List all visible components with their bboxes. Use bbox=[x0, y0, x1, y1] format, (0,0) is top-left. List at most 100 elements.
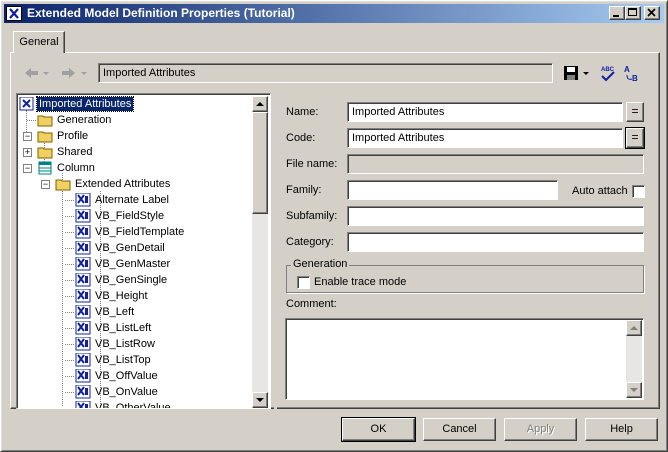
back-button[interactable] bbox=[21, 63, 49, 83]
dialog-window: Extended Model Definition Properties (Tu… bbox=[0, 0, 668, 452]
tree-connector-line bbox=[65, 280, 74, 281]
tree-item[interactable]: VB_GenSingle bbox=[17, 272, 254, 288]
tree-item[interactable]: − Profile bbox=[17, 128, 254, 144]
tree-connector-line bbox=[65, 392, 74, 393]
tree-item-label: Profile bbox=[57, 130, 89, 142]
tree-item[interactable]: VB_FieldStyle bbox=[17, 208, 254, 224]
auto-attach-checkbox[interactable] bbox=[632, 185, 645, 198]
tree-item[interactable]: VB_GenDetail bbox=[17, 240, 254, 256]
maximize-button[interactable] bbox=[625, 6, 641, 20]
cancel-button[interactable]: Cancel bbox=[423, 418, 496, 441]
tree-item[interactable]: VB_OtherValue bbox=[17, 400, 254, 409]
family-label: Family: bbox=[286, 184, 322, 196]
tree-item-label: VB_OtherValue bbox=[95, 402, 171, 409]
forward-button[interactable] bbox=[57, 63, 87, 83]
comment-textarea[interactable] bbox=[285, 318, 644, 400]
expand-toggle-icon[interactable]: + bbox=[23, 148, 32, 157]
tree-item[interactable]: VB_GenMaster bbox=[17, 256, 254, 272]
extended-attribute-icon bbox=[75, 400, 91, 408]
help-button[interactable]: Help bbox=[585, 418, 658, 441]
tree-item-label: VB_GenSingle bbox=[95, 274, 168, 286]
find-replace-button[interactable]: A B bbox=[621, 63, 643, 83]
trace-mode-checkbox[interactable] bbox=[297, 276, 310, 289]
collapse-toggle-icon[interactable]: − bbox=[23, 132, 32, 141]
collapse-toggle-icon[interactable]: − bbox=[23, 164, 32, 173]
extended-model-icon bbox=[6, 6, 22, 21]
category-field[interactable] bbox=[347, 232, 644, 252]
tree-item[interactable]: VB_OnValue bbox=[17, 384, 254, 400]
apply-button[interactable]: Apply bbox=[504, 418, 577, 441]
save-button[interactable] bbox=[561, 63, 589, 83]
tree-item-label: VB_FieldTemplate bbox=[95, 226, 185, 238]
pane-splitter[interactable] bbox=[274, 93, 277, 409]
subfamily-label: Subfamily: bbox=[286, 210, 338, 222]
tree-connector-line bbox=[65, 248, 74, 249]
tree-connector-line bbox=[65, 264, 74, 265]
category-label: Category: bbox=[286, 236, 334, 248]
tab-general[interactable]: General bbox=[13, 31, 65, 53]
code-label: Code: bbox=[286, 132, 316, 144]
scroll-up-button[interactable] bbox=[252, 96, 268, 112]
svg-text:B: B bbox=[632, 74, 638, 83]
tree-item[interactable]: + Shared bbox=[17, 144, 254, 160]
tree-item-label: VB_GenMaster bbox=[95, 258, 171, 270]
tree-connector-line bbox=[65, 216, 74, 217]
tree-item[interactable]: VB_FieldTemplate bbox=[17, 224, 254, 240]
triangle-up-icon bbox=[630, 326, 638, 330]
tab-general-label: General bbox=[19, 36, 59, 48]
triangle-down-icon bbox=[630, 388, 638, 392]
tree-item[interactable]: VB_OffValue bbox=[17, 368, 254, 384]
tree-item[interactable]: VB_ListRow bbox=[17, 336, 254, 352]
tree-connector-line bbox=[27, 120, 36, 121]
tree-item[interactable]: Imported Attributes bbox=[17, 96, 254, 112]
minimize-button[interactable] bbox=[609, 6, 625, 20]
comment-scroll-up-button[interactable] bbox=[626, 320, 642, 336]
tree-item-label: VB_ListRow bbox=[95, 338, 155, 350]
tree-item-label: Generation bbox=[57, 114, 112, 126]
scroll-down-button[interactable] bbox=[252, 392, 268, 408]
name-field[interactable]: Imported Attributes bbox=[347, 102, 623, 122]
ok-button[interactable]: OK bbox=[341, 417, 416, 442]
tree-item[interactable]: VB_ListLeft bbox=[17, 320, 254, 336]
comment-label: Comment: bbox=[286, 298, 337, 310]
tree-vertical-scrollbar[interactable] bbox=[252, 96, 268, 408]
filename-label: File name: bbox=[286, 158, 338, 170]
triangle-down-icon bbox=[256, 398, 264, 402]
find-replace-icon: A B bbox=[624, 65, 638, 83]
tree-item-label: Extended Attributes bbox=[75, 178, 171, 190]
family-field[interactable] bbox=[347, 180, 558, 200]
tree-item-label: VB_OffValue bbox=[95, 370, 158, 382]
spell-check-button[interactable]: ABC bbox=[598, 63, 620, 83]
name-label: Name: bbox=[286, 106, 319, 118]
scroll-thumb[interactable] bbox=[252, 112, 268, 214]
back-arrow-icon bbox=[25, 68, 49, 78]
tree-item[interactable]: VB_ListTop bbox=[17, 352, 254, 368]
collapse-toggle-icon[interactable]: − bbox=[41, 180, 50, 189]
tree-item[interactable]: VB_Height bbox=[17, 288, 254, 304]
tree-item-label: VB_FieldStyle bbox=[95, 210, 165, 222]
tree-connector-line bbox=[65, 312, 74, 313]
tree-item[interactable]: − Extended Attributes bbox=[17, 176, 254, 192]
tree-connector-line bbox=[65, 408, 74, 409]
subfamily-field[interactable] bbox=[347, 206, 644, 226]
window-title: Extended Model Definition Properties (Tu… bbox=[27, 6, 295, 20]
comment-vertical-scrollbar[interactable] bbox=[626, 320, 642, 398]
tree-item[interactable]: VB_Left bbox=[17, 304, 254, 320]
tree-item[interactable]: − Column bbox=[17, 160, 254, 176]
tree-item-label: VB_GenDetail bbox=[95, 242, 165, 254]
tree-item-label: Alternate Label bbox=[95, 194, 169, 206]
tree-item-label: VB_Height bbox=[95, 290, 148, 302]
name-code-sync-button[interactable]: = bbox=[626, 102, 644, 122]
code-name-sync-button[interactable]: = bbox=[625, 127, 645, 149]
tree-item[interactable]: Alternate Label bbox=[17, 192, 254, 208]
tree-item-label: Imported Attributes bbox=[35, 96, 135, 112]
tree-item[interactable]: Generation bbox=[17, 112, 254, 128]
close-button[interactable] bbox=[644, 6, 660, 20]
trace-mode-label: Enable trace mode bbox=[314, 276, 407, 288]
filename-field bbox=[347, 154, 644, 174]
comment-scroll-down-button[interactable] bbox=[626, 382, 642, 398]
triangle-up-icon bbox=[256, 102, 264, 106]
tree-view[interactable]: Imported Attributes Generation − Profile + Sh… bbox=[16, 93, 271, 409]
code-field[interactable]: Imported Attributes bbox=[347, 128, 623, 148]
title-bar[interactable]: Extended Model Definition Properties (Tu… bbox=[4, 4, 664, 23]
